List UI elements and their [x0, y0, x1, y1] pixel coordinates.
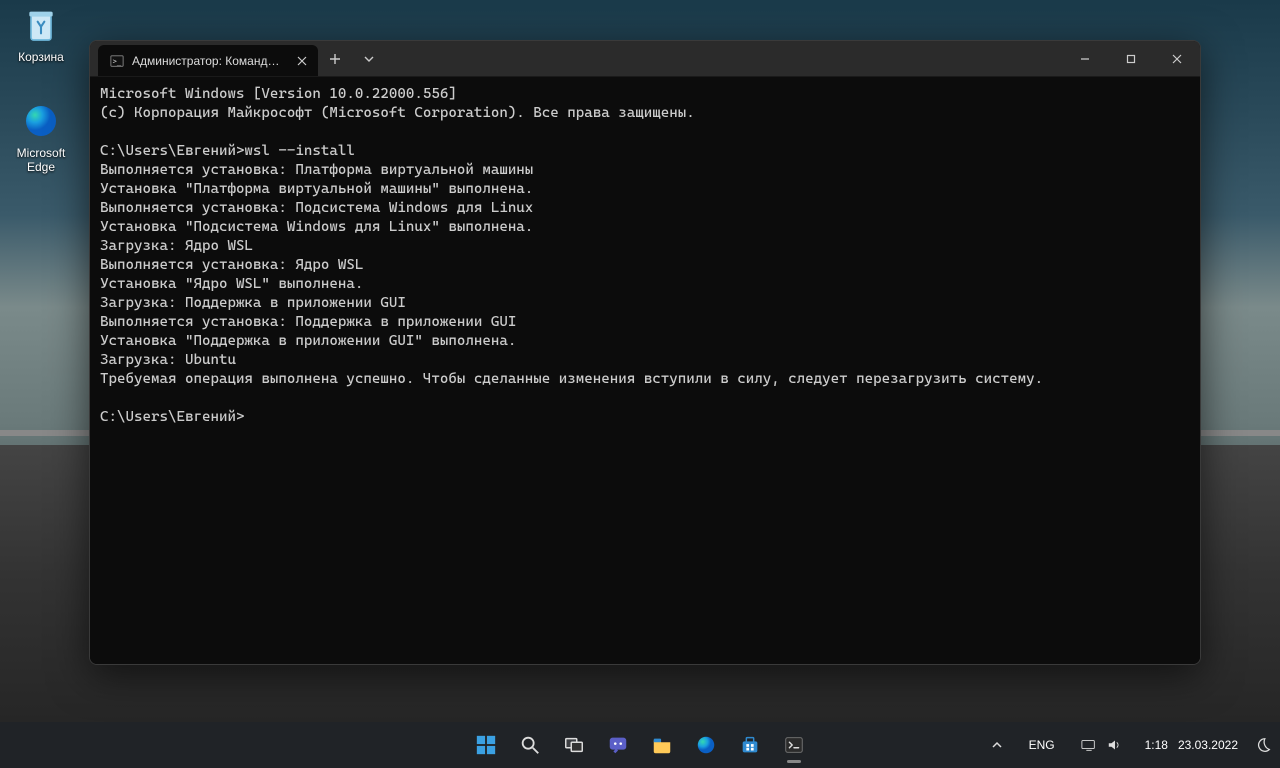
taskbar-center: [466, 725, 814, 765]
notifications-button[interactable]: [1252, 732, 1274, 758]
clock-time: 1:18: [1145, 738, 1168, 752]
terminal-output[interactable]: Microsoft Windows [Version 10.0.22000.55…: [90, 77, 1200, 664]
terminal-window: >_ Администратор: Командная ст Microsoft…: [89, 40, 1201, 665]
recycle-bin-icon: [20, 4, 62, 46]
taskbar-app-terminal[interactable]: [774, 725, 814, 765]
edge-icon: [20, 100, 62, 142]
minimize-button[interactable]: [1062, 41, 1108, 76]
svg-text:>_: >_: [113, 57, 122, 65]
desktop-icon-edge[interactable]: Microsoft Edge: [4, 100, 78, 174]
desktop-icon-label: Корзина: [4, 50, 78, 64]
tray-network-volume[interactable]: [1073, 734, 1131, 756]
volume-icon: [1107, 738, 1123, 752]
taskbar-app-explorer[interactable]: [642, 725, 682, 765]
tray-overflow-button[interactable]: [983, 735, 1011, 755]
start-button[interactable]: [466, 725, 506, 765]
moon-icon: [1254, 736, 1272, 754]
taskbar-app-store[interactable]: [730, 725, 770, 765]
search-button[interactable]: [510, 725, 550, 765]
tab-cmd[interactable]: >_ Администратор: Командная ст: [98, 45, 318, 76]
clock[interactable]: 1:18 23.03.2022: [1141, 736, 1242, 754]
desktop-icon-recycle-bin[interactable]: Корзина: [4, 4, 78, 64]
close-button[interactable]: [1154, 41, 1200, 76]
chevron-up-icon: [991, 739, 1003, 751]
clock-date: 23.03.2022: [1178, 738, 1238, 752]
taskbar-app-chat[interactable]: [598, 725, 638, 765]
language-indicator[interactable]: ENG: [1021, 734, 1063, 756]
titlebar-drag-area[interactable]: [386, 41, 1062, 76]
titlebar[interactable]: >_ Администратор: Командная ст: [90, 41, 1200, 77]
tab-dropdown-button[interactable]: [352, 41, 386, 76]
system-tray: ENG 1:18 23.03.2022: [983, 732, 1274, 758]
language-label: ENG: [1029, 738, 1055, 752]
new-tab-button[interactable]: [318, 41, 352, 76]
network-icon: [1081, 738, 1097, 752]
desktop-icon-label: Microsoft Edge: [4, 146, 78, 174]
maximize-button[interactable]: [1108, 41, 1154, 76]
cmd-icon: >_: [110, 54, 124, 68]
tab-close-button[interactable]: [294, 53, 310, 69]
tab-title: Администратор: Командная ст: [132, 54, 286, 68]
task-view-button[interactable]: [554, 725, 594, 765]
taskbar: ENG 1:18 23.03.2022: [0, 722, 1280, 768]
taskbar-app-edge[interactable]: [686, 725, 726, 765]
